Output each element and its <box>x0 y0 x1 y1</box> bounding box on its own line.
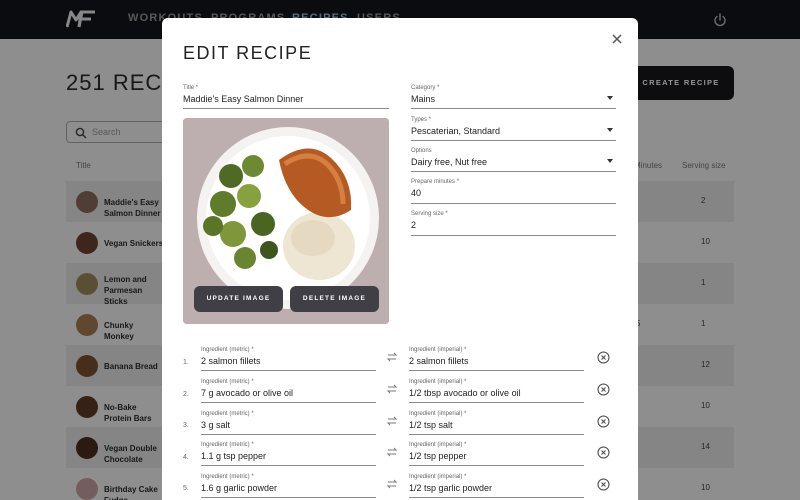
ingredient-imperial-field[interactable]: Ingredient (imperial) * 1/2 tsp salt <box>409 411 584 435</box>
remove-circle-icon[interactable] <box>597 351 610 364</box>
serving-size-value: 2 <box>411 220 417 230</box>
ingredient-imperial-label: Ingredient (imperial) * <box>409 347 467 353</box>
serving-size-label: Serving size * <box>411 211 448 217</box>
title-field[interactable]: Title * Maddie's Easy Salmon Dinner <box>183 85 389 109</box>
ingredient-metric-value: 3 g salt <box>201 420 231 430</box>
swap-icon[interactable] <box>386 415 398 427</box>
title-value: Maddie's Easy Salmon Dinner <box>183 94 304 104</box>
ingredient-number: 5. <box>183 485 189 492</box>
chevron-down-icon <box>607 159 613 163</box>
ingredient-number: 4. <box>183 454 189 461</box>
remove-circle-icon[interactable] <box>597 478 610 491</box>
ingredient-metric-value: 2 salmon fillets <box>201 356 261 366</box>
ingredient-imperial-label: Ingredient (imperial) * <box>409 442 467 448</box>
types-value: Pescaterian, Standard <box>411 126 501 136</box>
remove-circle-icon[interactable] <box>597 415 610 428</box>
ingredient-metric-label: Ingredient (metric) * <box>201 379 254 385</box>
ingredient-metric-label: Ingredient (metric) * <box>201 347 254 353</box>
ingredient-imperial-label: Ingredient (imperial) * <box>409 474 467 480</box>
recipe-image: UPDATE IMAGE DELETE IMAGE <box>183 118 389 324</box>
options-select[interactable]: Options Dairy free, Nut free <box>411 148 616 172</box>
swap-icon[interactable] <box>386 446 398 458</box>
ingredient-imperial-value: 1/2 tsp pepper <box>409 451 467 461</box>
chevron-down-icon <box>607 96 613 100</box>
ingredient-metric-label: Ingredient (metric) * <box>201 411 254 417</box>
ingredient-imperial-value: 1/2 tsp garlic powder <box>409 483 493 493</box>
remove-circle-icon[interactable] <box>597 446 610 459</box>
options-label: Options <box>411 148 432 154</box>
chevron-down-icon <box>607 128 613 132</box>
options-value: Dairy free, Nut free <box>411 157 488 167</box>
ingredient-metric-label: Ingredient (metric) * <box>201 442 254 448</box>
ingredient-metric-field[interactable]: Ingredient (metric) * 7 g avocado or oli… <box>201 379 376 403</box>
ingredient-imperial-value: 1/2 tsp salt <box>409 420 453 430</box>
types-label: Types * <box>411 117 432 123</box>
update-image-button[interactable]: UPDATE IMAGE <box>194 286 283 312</box>
ingredient-imperial-field[interactable]: Ingredient (imperial) * 2 salmon fillets <box>409 347 584 371</box>
category-value: Mains <box>411 94 436 104</box>
prepare-minutes-value: 40 <box>411 188 422 198</box>
modal-title: EDIT RECIPE <box>183 43 313 63</box>
ingredient-number: 3. <box>183 422 189 429</box>
ingredient-metric-value: 7 g avocado or olive oil <box>201 388 294 398</box>
ingredient-metric-value: 1.1 g tsp pepper <box>201 451 267 461</box>
ingredient-imperial-label: Ingredient (imperial) * <box>409 379 467 385</box>
ingredient-metric-field[interactable]: Ingredient (metric) * 1.6 g garlic powde… <box>201 474 376 498</box>
ingredient-number: 1. <box>183 359 189 366</box>
ingredient-metric-label: Ingredient (metric) * <box>201 474 254 480</box>
ingredient-imperial-field[interactable]: Ingredient (imperial) * 1/2 tbsp avocado… <box>409 379 584 403</box>
ingredient-imperial-label: Ingredient (imperial) * <box>409 411 467 417</box>
ingredient-metric-field[interactable]: Ingredient (metric) * 3 g salt <box>201 411 376 435</box>
prepare-minutes-label: Prepare minutes * <box>411 179 460 185</box>
ingredient-imperial-field[interactable]: Ingredient (imperial) * 1/2 tsp pepper <box>409 442 584 466</box>
category-select[interactable]: Category * Mains <box>411 85 616 109</box>
category-label: Category * <box>411 85 440 91</box>
ingredient-metric-field[interactable]: Ingredient (metric) * 1.1 g tsp pepper <box>201 442 376 466</box>
swap-icon[interactable] <box>386 351 398 363</box>
edit-recipe-modal: EDIT RECIPE Title * Maddie's Easy Salmon… <box>162 18 638 500</box>
serving-size-field[interactable]: Serving size * 2 <box>411 211 616 236</box>
ingredient-imperial-field[interactable]: Ingredient (imperial) * 1/2 tsp garlic p… <box>409 474 584 498</box>
delete-image-button[interactable]: DELETE IMAGE <box>290 286 379 312</box>
swap-icon[interactable] <box>386 383 398 395</box>
types-select[interactable]: Types * Pescaterian, Standard <box>411 117 616 141</box>
swap-icon[interactable] <box>386 478 398 490</box>
ingredient-number: 2. <box>183 391 189 398</box>
ingredient-metric-field[interactable]: Ingredient (metric) * 2 salmon fillets <box>201 347 376 371</box>
remove-circle-icon[interactable] <box>597 383 610 396</box>
ingredient-metric-value: 1.6 g garlic powder <box>201 483 278 493</box>
prepare-minutes-field[interactable]: Prepare minutes * 40 <box>411 179 616 204</box>
title-label: Title * <box>183 85 199 91</box>
ingredient-imperial-value: 2 salmon fillets <box>409 356 469 366</box>
ingredient-imperial-value: 1/2 tbsp avocado or olive oil <box>409 388 521 398</box>
close-icon[interactable] <box>610 32 624 46</box>
